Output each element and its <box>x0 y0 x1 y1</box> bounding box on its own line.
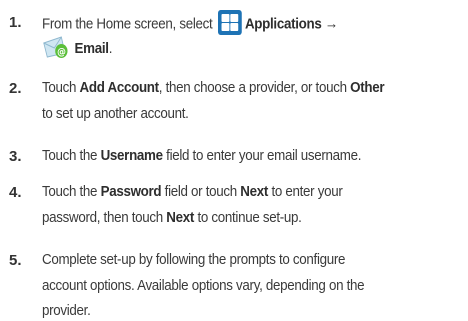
step-text: to set up another account. <box>42 105 189 122</box>
step-5-line-2: account options. Available options vary,… <box>42 277 365 294</box>
step-text: From the Home screen, select <box>42 15 213 33</box>
next-label: Next <box>166 209 195 226</box>
step-text: Complete set-up by following the prompts… <box>42 251 346 268</box>
next-label: Next <box>240 183 269 200</box>
applications-icon <box>217 10 242 35</box>
step-text: password, then touch <box>42 209 167 226</box>
step-number: 5. <box>9 252 22 269</box>
step-text: to enter your <box>268 183 343 200</box>
username-label: Username <box>100 147 163 164</box>
step-text: Touch <box>42 79 80 96</box>
step-2-line-2: to set up another account. <box>42 106 189 122</box>
step-text: field or touch <box>161 183 241 200</box>
email-label: Email <box>74 40 109 58</box>
add-account-label: Add Account <box>79 79 160 96</box>
step-5-line-3: provider. <box>42 302 91 319</box>
step-4-line-2: password, then touch Next to continue se… <box>42 210 302 226</box>
step-1-line-1: From the Home screen, select Applications… <box>42 10 338 37</box>
step-text: Touch the <box>42 183 101 200</box>
password-label: Password <box>100 183 162 200</box>
svg-text:@: @ <box>57 47 65 59</box>
step-1-line-2: @ Email. <box>42 35 113 61</box>
step-text: Touch the <box>42 147 101 164</box>
step-number: 1. <box>9 14 22 31</box>
step-text: , then choose a provider, or touch <box>158 79 351 96</box>
applications-label: Applications → <box>244 15 338 33</box>
step-2-line-1: Touch Add Account, then choose a provide… <box>42 79 385 96</box>
step-text: field to enter your email username. <box>162 147 362 164</box>
step-number: 4. <box>9 184 22 201</box>
step-text: . <box>108 40 113 58</box>
step-text: to continue set-up. <box>194 209 302 226</box>
step-3-line-1: Touch the Username field to enter your e… <box>42 148 361 164</box>
other-label: Other <box>350 79 385 96</box>
step-4-line-1: Touch the Password field or touch Next t… <box>42 183 343 200</box>
step-number: 2. <box>9 80 22 97</box>
step-text: account options. Available options vary,… <box>42 277 365 294</box>
step-number: 3. <box>9 148 22 165</box>
step-text: provider. <box>42 302 91 319</box>
step-5-line-1: Complete set-up by following the prompts… <box>42 252 345 268</box>
email-icon: @ <box>42 35 70 59</box>
